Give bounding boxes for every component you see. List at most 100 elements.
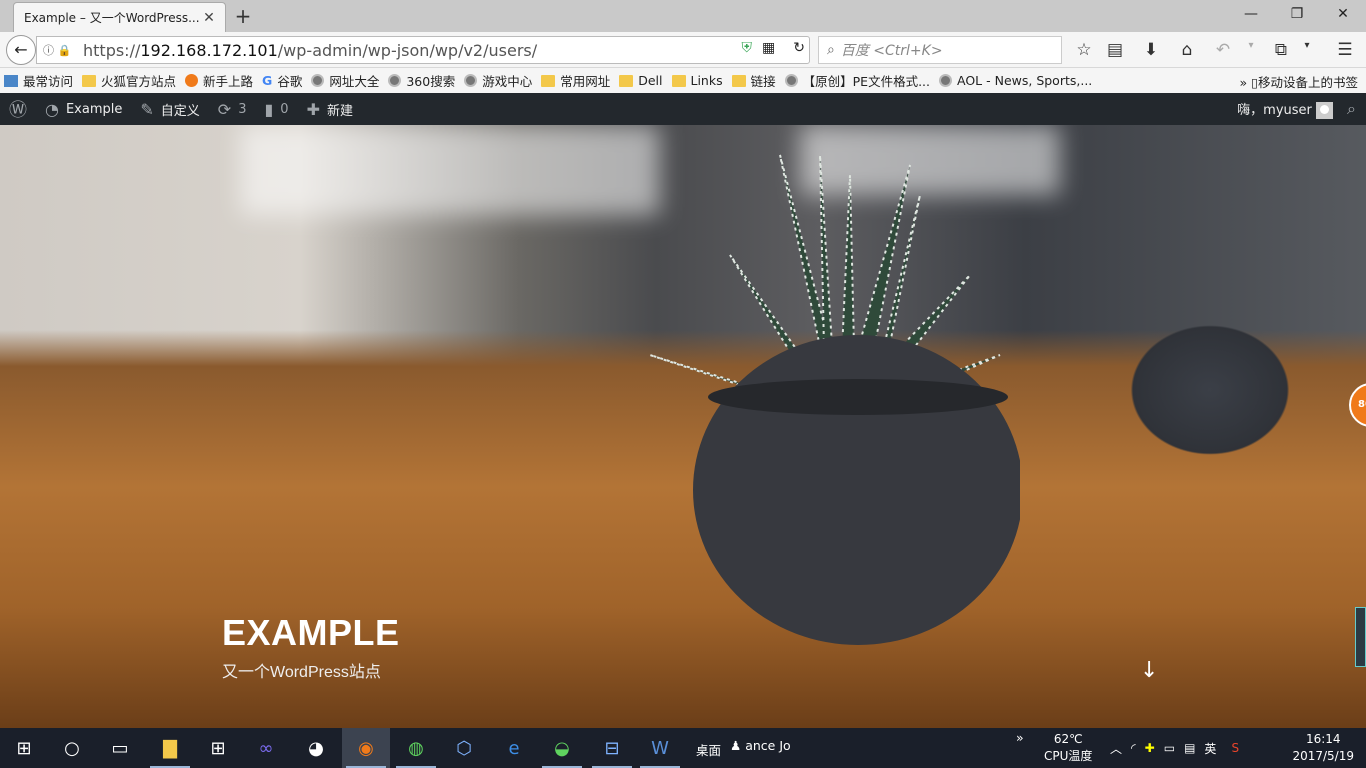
bookmark-item[interactable]: Links <box>671 73 723 88</box>
bookmark-label: Dell <box>638 73 663 88</box>
start-windows-icon[interactable]: ⊞ <box>0 728 48 768</box>
search-icon[interactable]: ⌕ <box>1347 99 1356 119</box>
show-hidden-icons-icon[interactable]: ︿ <box>1110 740 1122 757</box>
user-figure-icon: ♟ <box>730 738 742 753</box>
bookmark-label: 链接 <box>750 74 776 89</box>
user-toolbar[interactable]: ♟ ance Jo <box>730 738 791 753</box>
bookmark-item[interactable]: 新手上路 <box>185 71 253 90</box>
screenshot-dropdown-icon[interactable]: ▾ <box>1296 40 1318 51</box>
bookmark-label: 常用网址 <box>560 74 611 89</box>
url-bar[interactable]: ⓘ 🔒 https://192.168.172.101/wp-admin/wp-… <box>36 36 810 64</box>
network-app-icon[interactable]: ⊟ <box>588 728 636 768</box>
undo-dropdown-icon[interactable]: ▾ <box>1240 40 1262 51</box>
download-icon[interactable]: ⬇ <box>1140 40 1162 60</box>
qrcode-icon[interactable]: ▦ <box>762 40 775 56</box>
new-tab-button[interactable]: + <box>232 4 254 28</box>
sogou-icon[interactable]: S <box>1231 741 1239 755</box>
globe-icon <box>784 74 798 87</box>
globe-icon <box>388 74 402 87</box>
url-text[interactable]: https://192.168.172.101/wp-admin/wp-json… <box>83 41 537 60</box>
bookmark-item[interactable]: 游戏中心 <box>464 71 532 90</box>
sync-app-icon[interactable]: ◍ <box>392 728 440 768</box>
scroll-down-arrow-icon[interactable]: ↓ <box>1140 658 1158 683</box>
tab-strip: Example – 又一个WordPress... ✕ + — ❐ ✕ <box>0 0 1366 32</box>
bookmarks-right[interactable]: » ▯移动设备上的书签 <box>1239 72 1358 91</box>
close-window-button[interactable]: ✕ <box>1320 0 1366 30</box>
bookmark-item[interactable]: 360搜索 <box>388 71 455 90</box>
home-icon[interactable]: ⌂ <box>1176 40 1198 60</box>
bookmark-item[interactable]: AOL - News, Sports,... <box>939 73 1092 88</box>
minimize-button[interactable]: — <box>1228 0 1274 30</box>
search-icon: ⌕ <box>827 42 835 58</box>
desktop-label[interactable]: 桌面 <box>696 740 721 759</box>
undo-icon[interactable]: ↶ <box>1212 40 1234 60</box>
notification-icon[interactable]: ▤ <box>1184 741 1195 755</box>
tab-close-icon[interactable]: ✕ <box>201 10 217 26</box>
word-icon[interactable]: W <box>636 728 684 768</box>
tray-overflow-icon[interactable]: » <box>1016 730 1024 745</box>
bookmarks-overflow-icon[interactable]: » <box>1239 75 1247 90</box>
firefox-icon <box>185 74 199 87</box>
bookmark-item[interactable]: Dell <box>619 73 663 88</box>
library-icon[interactable]: ▤ <box>1104 40 1126 60</box>
comments-button[interactable]: ▮ 0 <box>255 93 297 125</box>
time-label: 16:14 <box>1305 732 1341 746</box>
file-explorer-icon[interactable]: ▇ <box>146 728 194 768</box>
battery-icon[interactable]: ▭ <box>1164 741 1175 755</box>
app-infinity-icon[interactable]: ∞ <box>242 728 290 768</box>
bookmark-item[interactable]: 最常访问 <box>4 71 73 90</box>
site-name-button[interactable]: ◔ Example <box>36 93 131 125</box>
back-button[interactable]: ← <box>6 35 36 65</box>
shield-icon[interactable]: ⛨ <box>742 40 753 56</box>
wp-logo-button[interactable]: Ⓦ <box>0 93 36 125</box>
customize-button[interactable]: ✎ 自定义 <box>131 93 208 125</box>
wifi-icon[interactable]: ◜ <box>1131 741 1136 755</box>
task-view-icon[interactable]: ▭ <box>96 728 144 768</box>
ime-label[interactable]: 英 <box>1204 740 1216 757</box>
hero-header-image: EXAMPLE 又一个WordPress站点 ↓ 80 <box>0 125 1366 728</box>
restore-button[interactable]: ❐ <box>1274 0 1320 30</box>
clock[interactable]: 16:14 2017/5/19 <box>1292 731 1354 765</box>
navigation-bar: ⓘ 🔒 https://192.168.172.101/wp-admin/wp-… <box>0 32 1366 68</box>
bookmark-item[interactable]: 链接 <box>731 71 776 90</box>
cpu-temp-widget[interactable]: 62℃ CPU温度 <box>1044 731 1092 765</box>
bookmark-star-icon[interactable]: ☆ <box>1073 40 1095 60</box>
edge-icon[interactable]: e <box>490 728 538 768</box>
bookmark-label: 谷歌 <box>277 74 303 89</box>
comment-icon: ▮ <box>264 99 274 119</box>
plus-icon: ✚ <box>306 99 320 119</box>
bookmark-item[interactable]: 常用网址 <box>541 71 610 90</box>
new-content-button[interactable]: ✚ 新建 <box>298 93 362 125</box>
bookmark-item[interactable]: G 谷歌 <box>262 71 302 90</box>
site-info-icon[interactable]: ⓘ 🔒 <box>43 42 83 58</box>
updates-button[interactable]: ⟳ 3 <box>209 93 256 125</box>
bookmark-item[interactable]: 网址大全 <box>311 71 379 90</box>
side-widget-slider[interactable] <box>1355 607 1366 667</box>
my-account-button[interactable]: 嗨，myuser <box>1237 99 1334 119</box>
side-widget-badge[interactable]: 80 <box>1349 383 1366 427</box>
qq-icon[interactable]: ◕ <box>292 728 340 768</box>
background-window-light <box>240 125 660 215</box>
site-tagline: 又一个WordPress站点 <box>222 664 381 681</box>
app-tray-icon[interactable]: ✚ <box>1145 741 1155 755</box>
virtualbox-icon[interactable]: ⬡ <box>440 728 488 768</box>
search-circle-icon[interactable]: ○ <box>48 728 96 768</box>
tab-example[interactable]: Example – 又一个WordPress... ✕ <box>13 2 226 32</box>
wechat-icon[interactable]: ◒ <box>538 728 586 768</box>
search-input[interactable]: ⌕ 百度 <Ctrl+K> <box>818 36 1062 64</box>
bookmark-item[interactable]: 【原创】PE文件格式... <box>784 71 930 90</box>
succulent-plant-image <box>649 154 1020 645</box>
site-name-label: Example <box>65 101 123 117</box>
bookmark-item[interactable]: 火狐官方站点 <box>82 71 176 90</box>
site-title[interactable]: EXAMPLE <box>222 612 400 654</box>
screenshot-icon[interactable]: ⧉ <box>1270 40 1292 60</box>
comments-count: 0 <box>280 101 289 117</box>
globe-icon <box>939 74 952 87</box>
reload-icon[interactable]: ↻ <box>793 40 805 56</box>
store-icon[interactable]: ⊞ <box>194 728 242 768</box>
wordpress-icon: Ⓦ <box>9 100 27 121</box>
mobile-bookmarks-link[interactable]: ▯移动设备上的书签 <box>1251 75 1358 90</box>
menu-icon[interactable]: ☰ <box>1334 40 1356 60</box>
firefox-taskbar-icon[interactable]: ◉ <box>342 728 390 768</box>
date-label: 2017/5/19 <box>1292 749 1354 763</box>
